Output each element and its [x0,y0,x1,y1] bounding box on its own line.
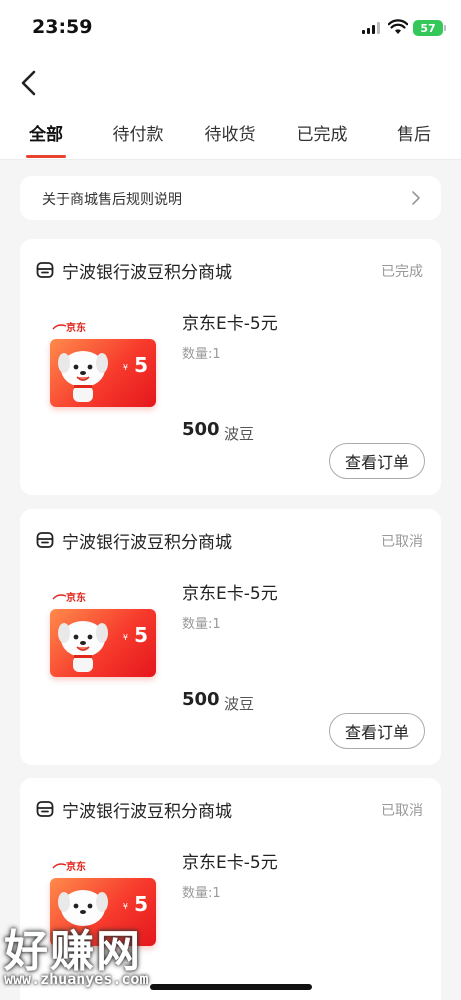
wifi-icon [388,19,408,34]
product-name: 京东E卡-5元 [182,853,278,873]
gift-card: ¥ 5 [50,339,156,407]
after-sales-rules-link[interactable]: 关于商城售后规则说明 [20,176,441,220]
store-icon [36,262,54,278]
price-unit: 波豆 [224,425,255,443]
jd-mascot-icon [58,621,108,672]
card-value: 5 [134,892,148,916]
product-quantity: 数量:1 [182,617,221,632]
back-arrow-icon[interactable] [16,68,42,98]
jd-mascot-icon [58,351,108,402]
card-brand: 京东 [66,323,86,334]
watermark-url: www.zhuanyes.com [4,970,149,988]
store-icon [36,532,54,548]
tab-all[interactable]: 全部 [6,120,86,145]
order-header: 全部 待付款 待收货 已完成 售后 [0,56,461,160]
order-status: 已取消 [381,534,423,550]
order-tabs: 全部 待付款 待收货 已完成 售后 [0,120,461,160]
product-image: 京东 ¥ 5 [48,305,160,415]
product-image: 京东 ¥ 5 [48,575,160,685]
status-bar: 23:59 57 [0,0,461,56]
card-value: 5 [134,623,148,647]
card-brand: 京东 [66,593,86,604]
product-name: 京东E卡-5元 [182,584,278,604]
store-icon [36,801,54,817]
order-card[interactable]: 宁波银行波豆积分商城 已完成 京东 ¥ 5 京东E卡-5元 数量:1 500 波… [20,239,441,495]
product-quantity: 数量:1 [182,347,221,362]
chevron-right-icon [412,191,420,205]
order-status: 已取消 [381,803,423,819]
cellular-signal-icon [362,22,382,34]
gift-card: ¥ 5 [50,609,156,677]
price-amount: 500 [182,689,220,710]
shop-name: 宁波银行波豆积分商城 [62,533,232,553]
tab-after-sales[interactable]: 售后 [374,120,454,145]
card-currency: ¥ [122,633,128,642]
status-time: 23:59 [32,16,93,38]
order-status: 已完成 [381,264,423,280]
rules-link-label: 关于商城售后规则说明 [42,192,182,208]
home-indicator[interactable] [150,984,312,990]
card-value: 5 [134,353,148,377]
tab-completed[interactable]: 已完成 [282,120,362,145]
shop-name: 宁波银行波豆积分商城 [62,802,232,822]
card-currency: ¥ [122,902,128,911]
shop-name: 宁波银行波豆积分商城 [62,263,232,283]
card-brand: 京东 [66,862,86,873]
price-unit: 波豆 [224,695,255,713]
view-order-button[interactable]: 查看订单 [329,713,425,749]
tab-pending-payment[interactable]: 待付款 [98,120,178,145]
order-card[interactable]: 宁波银行波豆积分商城 已取消 京东 ¥ 5 京东E卡-5元 数量:1 500 波… [20,509,441,765]
tab-pending-receipt[interactable]: 待收货 [190,120,270,145]
battery-tip [444,25,446,31]
battery-icon: 57 [413,20,443,36]
view-order-button[interactable]: 查看订单 [329,443,425,479]
product-name: 京东E卡-5元 [182,314,278,334]
active-tab-indicator [26,155,66,158]
card-currency: ¥ [122,363,128,372]
product-quantity: 数量:1 [182,886,221,901]
price-amount: 500 [182,419,220,440]
